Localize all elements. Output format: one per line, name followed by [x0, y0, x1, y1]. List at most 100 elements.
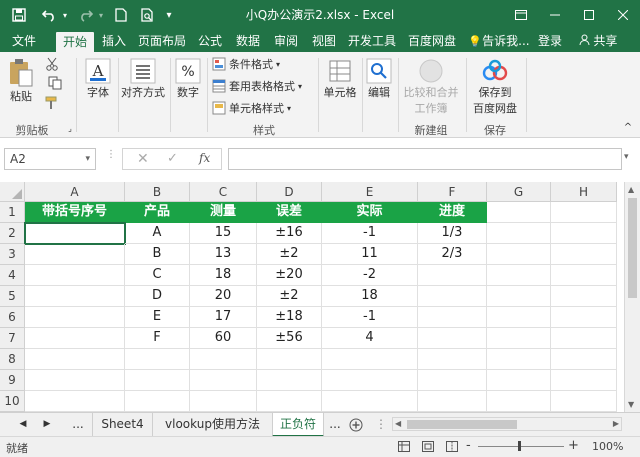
cell-h6[interactable]: [551, 307, 617, 328]
enter-icon[interactable]: ✓: [167, 151, 178, 166]
cell-f7[interactable]: [418, 328, 487, 349]
cell-d3[interactable]: ±2: [257, 244, 322, 265]
page-layout-view-icon[interactable]: [422, 441, 434, 455]
tab-insert[interactable]: 插入: [98, 30, 130, 52]
prev-sheet-icon[interactable]: ◀: [16, 413, 30, 437]
cell-e2[interactable]: -1: [322, 223, 418, 244]
cell-d6[interactable]: ±18: [257, 307, 322, 328]
row-header-10[interactable]: 10: [0, 391, 25, 412]
cell-h8[interactable]: [551, 349, 617, 370]
sheet-tab-active[interactable]: 正负符: [272, 413, 324, 437]
dialog-launcher-icon[interactable]: ⌟: [66, 124, 74, 133]
cell-c5[interactable]: 20: [190, 286, 257, 307]
cell-b7[interactable]: F: [125, 328, 190, 349]
normal-view-icon[interactable]: [398, 441, 410, 455]
cell-b10[interactable]: [125, 391, 190, 412]
cell-h9[interactable]: [551, 370, 617, 391]
cell-e5[interactable]: 18: [322, 286, 418, 307]
paste-button[interactable]: 粘贴: [4, 58, 38, 104]
cell-e9[interactable]: [322, 370, 418, 391]
cell-b2[interactable]: A: [125, 223, 190, 244]
cut-icon[interactable]: [44, 57, 60, 74]
worksheet-grid[interactable]: A B C D E F G H 1 带括号序号 产品 测量 误差 实际 进度 2 A 15 ±16 -1 1/3 3 B 13…: [0, 182, 624, 412]
cell-a2[interactable]: [24, 222, 126, 245]
format-painter-icon[interactable]: [44, 96, 60, 113]
cell-h4[interactable]: [551, 265, 617, 286]
sheet-tabs-more[interactable]: ...: [326, 413, 344, 437]
cell-a10[interactable]: [25, 391, 125, 412]
tab-split-grip-icon[interactable]: ⋮: [372, 413, 390, 437]
formula-bar-grip-icon[interactable]: ⋮: [106, 150, 116, 160]
scroll-right-icon[interactable]: ▶: [613, 419, 619, 428]
column-header-b[interactable]: B: [125, 182, 190, 202]
cell-d8[interactable]: [257, 349, 322, 370]
cell-f9[interactable]: [418, 370, 487, 391]
row-header-8[interactable]: 8: [0, 349, 25, 370]
cell-d2[interactable]: ±16: [257, 223, 322, 244]
cell-g9[interactable]: [487, 370, 551, 391]
cell-c8[interactable]: [190, 349, 257, 370]
cell-g5[interactable]: [487, 286, 551, 307]
cell-a9[interactable]: [25, 370, 125, 391]
cell-a4[interactable]: [25, 265, 125, 286]
cell-h7[interactable]: [551, 328, 617, 349]
next-sheet-icon[interactable]: ▶: [40, 413, 54, 437]
tab-formulas[interactable]: 公式: [194, 30, 226, 52]
save-to-baidu-button[interactable]: 保存到 百度网盘: [468, 58, 522, 116]
cancel-icon[interactable]: ✕: [137, 151, 149, 167]
copy-icon[interactable]: [44, 76, 66, 93]
cell-styles-button[interactable]: 单元格样式 ▾: [212, 100, 291, 116]
cell-e1[interactable]: 实际: [322, 202, 418, 223]
cell-a6[interactable]: [25, 307, 125, 328]
cell-b1[interactable]: 产品: [125, 202, 190, 223]
scroll-left-icon[interactable]: ◀: [395, 419, 401, 428]
cell-d10[interactable]: [257, 391, 322, 412]
cell-f4[interactable]: [418, 265, 487, 286]
cell-f2[interactable]: 1/3: [418, 223, 487, 244]
cell-e7[interactable]: 4: [322, 328, 418, 349]
cell-h5[interactable]: [551, 286, 617, 307]
sheet-tabs-ellipsis[interactable]: ...: [68, 413, 88, 437]
tab-file[interactable]: 文件: [4, 30, 44, 52]
cell-b9[interactable]: [125, 370, 190, 391]
cell-a5[interactable]: [25, 286, 125, 307]
tab-data[interactable]: 数据: [232, 30, 264, 52]
column-header-c[interactable]: C: [190, 182, 257, 202]
share-button[interactable]: 共享: [570, 30, 626, 52]
cell-a8[interactable]: [25, 349, 125, 370]
cell-b4[interactable]: C: [125, 265, 190, 286]
column-header-a[interactable]: A: [25, 182, 125, 202]
cell-b5[interactable]: D: [125, 286, 190, 307]
row-header-7[interactable]: 7: [0, 328, 25, 349]
row-header-3[interactable]: 3: [0, 244, 25, 265]
insert-function-icon[interactable]: fx: [199, 151, 210, 165]
cell-g10[interactable]: [487, 391, 551, 412]
select-all-corner[interactable]: [0, 182, 25, 202]
number-format-button[interactable]: % 数字: [173, 58, 203, 100]
column-header-h[interactable]: H: [551, 182, 617, 202]
cell-c2[interactable]: 15: [190, 223, 257, 244]
cell-e8[interactable]: [322, 349, 418, 370]
row-header-1[interactable]: 1: [0, 202, 25, 223]
cell-c10[interactable]: [190, 391, 257, 412]
hscroll-thumb[interactable]: [407, 420, 517, 429]
tell-me-search[interactable]: 💡告诉我...: [468, 30, 530, 52]
maximize-icon[interactable]: [572, 0, 606, 30]
cell-a3[interactable]: [25, 244, 125, 265]
cell-b3[interactable]: B: [125, 244, 190, 265]
cell-g1[interactable]: [487, 202, 551, 223]
cell-f3[interactable]: 2/3: [418, 244, 487, 265]
minimize-icon[interactable]: [538, 0, 572, 30]
cell-f5[interactable]: [418, 286, 487, 307]
column-header-g[interactable]: G: [487, 182, 551, 202]
expand-formula-icon[interactable]: ▾: [624, 152, 629, 162]
page-break-view-icon[interactable]: [446, 441, 458, 455]
format-as-table-button[interactable]: 套用表格格式 ▾: [212, 78, 302, 94]
zoom-level[interactable]: 100%: [592, 440, 623, 453]
cell-d4[interactable]: ±20: [257, 265, 322, 286]
zoom-slider[interactable]: [478, 441, 564, 451]
cell-e6[interactable]: -1: [322, 307, 418, 328]
cell-f8[interactable]: [418, 349, 487, 370]
font-button[interactable]: A 字体: [82, 58, 114, 100]
row-header-4[interactable]: 4: [0, 265, 25, 286]
